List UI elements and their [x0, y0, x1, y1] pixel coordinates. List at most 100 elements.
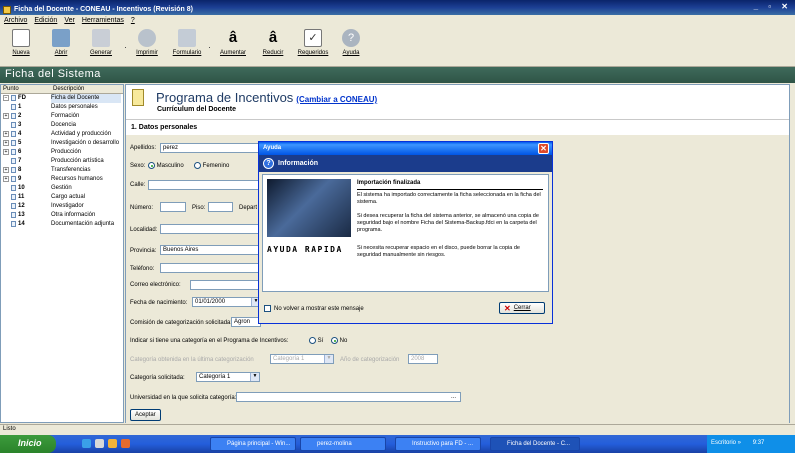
firefox-quicklaunch-icon[interactable] — [121, 439, 130, 448]
imprimir-button[interactable]: Imprimir — [130, 29, 164, 56]
font-decrease-icon: â — [268, 29, 278, 46]
expand-icon[interactable]: + — [3, 176, 9, 182]
sidebar-item-14[interactable]: 14 Documentación adjunta — [1, 220, 123, 229]
window-controls[interactable]: _ ▫ ✕ — [754, 2, 792, 11]
desktop-quicklaunch-icon[interactable] — [95, 439, 104, 448]
formulario-button[interactable]: Formulario — [170, 29, 204, 56]
ayuda-button[interactable]: ? Ayuda — [334, 29, 368, 56]
aceptar-button[interactable]: Aceptar — [130, 409, 161, 421]
close-x-icon: ✕ — [504, 303, 511, 313]
system-tray: Escritorio » 9:37 — [707, 435, 795, 453]
item-number: 14 — [18, 221, 25, 227]
cerrar-button[interactable]: ✕ Cerrar — [499, 302, 545, 314]
sidebar-item-10[interactable]: 10 Gestión — [1, 184, 123, 193]
sidebar-item-1[interactable]: 1 Datos personales — [1, 103, 123, 112]
universidad-input[interactable]: ... — [236, 392, 461, 402]
cambiar-coneau-link[interactable]: (Cambiar a CONEAU) — [296, 95, 377, 104]
item-description: Ficha del Docente — [51, 94, 121, 103]
no-mostrar-label: No volver a mostrar este mensaje — [274, 305, 364, 312]
anio-input[interactable]: 2008 — [408, 354, 438, 364]
sidebar-item-7[interactable]: 7 Producción artística — [1, 157, 123, 166]
media-quicklaunch-icon[interactable] — [108, 439, 117, 448]
categoria-obtenida-select[interactable]: Categoría 1 ▼ — [270, 354, 334, 364]
item-number: 12 — [18, 203, 25, 209]
sexo-masculino-radio[interactable] — [148, 162, 155, 169]
menu-help[interactable]: ? — [131, 17, 135, 24]
close-icon[interactable]: ✕ — [538, 143, 549, 154]
expand-icon[interactable]: + — [3, 113, 9, 119]
sidebar-item-4[interactable]: +4 Actividad y producción — [1, 130, 123, 139]
sidebar-item-8[interactable]: +8 Transferencias — [1, 166, 123, 175]
correo-input[interactable] — [190, 280, 260, 290]
expand-icon[interactable]: − — [3, 95, 9, 101]
sidebar-item-6[interactable]: +6 Producción — [1, 148, 123, 157]
item-number: 5 — [18, 140, 22, 146]
nacimiento-input[interactable]: 01/01/2000 — [192, 297, 252, 307]
apellidos-input[interactable]: perez — [160, 143, 260, 153]
no-mostrar-checkbox[interactable] — [264, 305, 271, 312]
browser-quicklaunch-icon[interactable] — [82, 439, 91, 448]
aumentar-button[interactable]: â Aumentar — [216, 29, 250, 56]
comision-select[interactable]: Agron — [231, 317, 261, 327]
sidebar-item-3[interactable]: 3 Docencia — [1, 121, 123, 130]
menu-herramientas[interactable]: Herramientas — [82, 17, 124, 24]
provincia-select[interactable]: Buenos Aires — [160, 245, 260, 255]
new-document-icon — [12, 29, 30, 47]
categoria-solicitada-select[interactable]: Categoría 1 ▼ — [196, 372, 260, 382]
telefono-input[interactable] — [160, 263, 260, 273]
numero-input[interactable] — [160, 202, 186, 212]
help-icon: ? — [342, 29, 360, 47]
document-node-icon — [11, 140, 16, 146]
expand-icon[interactable]: + — [3, 131, 9, 137]
dialog-title: Ayuda — [263, 145, 282, 151]
localidad-input[interactable] — [160, 224, 260, 234]
generar-button[interactable]: Generar — [84, 29, 118, 56]
sidebar-item-9[interactable]: +9 Recursos humanos — [1, 175, 123, 184]
document-node-icon — [11, 185, 16, 191]
sidebar-item-5[interactable]: +5 Investigación o desarrollo — [1, 139, 123, 148]
font-increase-icon: â — [228, 29, 238, 46]
item-number: 6 — [18, 149, 22, 155]
nueva-button[interactable]: Nueva — [4, 29, 38, 56]
sidebar-item-12[interactable]: 12 Investigador — [1, 202, 123, 211]
question-icon: ? — [263, 158, 274, 169]
calle-input[interactable] — [148, 180, 260, 190]
sidebar-item-fd[interactable]: − FD Ficha del Docente — [1, 94, 123, 103]
depto-label: Depart — [239, 205, 258, 211]
form-icon — [178, 29, 196, 47]
categoria-no-label: No — [339, 338, 348, 345]
required-check-icon: ✓ — [304, 29, 322, 47]
abrir-button[interactable]: Abrir — [44, 29, 78, 56]
categoria-si-radio[interactable] — [309, 337, 316, 344]
expand-icon[interactable]: + — [3, 149, 9, 155]
sidebar-header: Punto Descripción — [1, 85, 123, 94]
piso-input[interactable] — [208, 202, 233, 212]
ayuda-dialog: Ayuda ✕ ? Información AYUDA RAPIDA Importa… — [258, 141, 553, 324]
column-descripcion[interactable]: Descripción — [51, 85, 86, 93]
categoria-no-radio[interactable] — [331, 337, 338, 344]
expand-icon[interactable]: + — [3, 167, 9, 173]
menu-ver[interactable]: Ver — [64, 17, 75, 24]
column-punto[interactable]: Punto — [1, 85, 51, 93]
sexo-femenino-radio[interactable] — [194, 162, 201, 169]
task-pagina-principal[interactable]: Página principal - Win... — [210, 437, 296, 451]
dialog-title-bar: Ayuda ✕ — [259, 142, 552, 155]
sidebar-item-11[interactable]: 11 Cargo actual — [1, 193, 123, 202]
menu-edicion[interactable]: Edición — [34, 17, 57, 24]
expand-icon[interactable]: + — [3, 140, 9, 146]
task-perez-molina[interactable]: perez-molina — [300, 437, 386, 451]
start-button[interactable]: Inicio — [0, 435, 56, 453]
reducir-button[interactable]: â Reducir — [256, 29, 290, 56]
sidebar-item-13[interactable]: 13 Otra información — [1, 211, 123, 220]
escritorio-label[interactable]: Escritorio — [711, 440, 736, 446]
categoria-obtenida-label: Categoría obtenida en la última categori… — [130, 357, 254, 363]
requeridos-button[interactable]: ✓ Requeridos — [296, 29, 330, 56]
universidad-browse-button[interactable]: ... — [451, 394, 456, 400]
sexo-femenino-label: Femenino — [202, 163, 230, 170]
menu-archivo[interactable]: Archivo — [4, 17, 27, 24]
document-node-icon — [11, 167, 16, 173]
task-ficha-docente[interactable]: Ficha del Docente - C... — [490, 437, 580, 451]
item-description: Producción artística — [51, 158, 104, 164]
sidebar-item-2[interactable]: +2 Formación — [1, 112, 123, 121]
task-instructivo[interactable]: Instructivo para FD - ... — [395, 437, 481, 451]
